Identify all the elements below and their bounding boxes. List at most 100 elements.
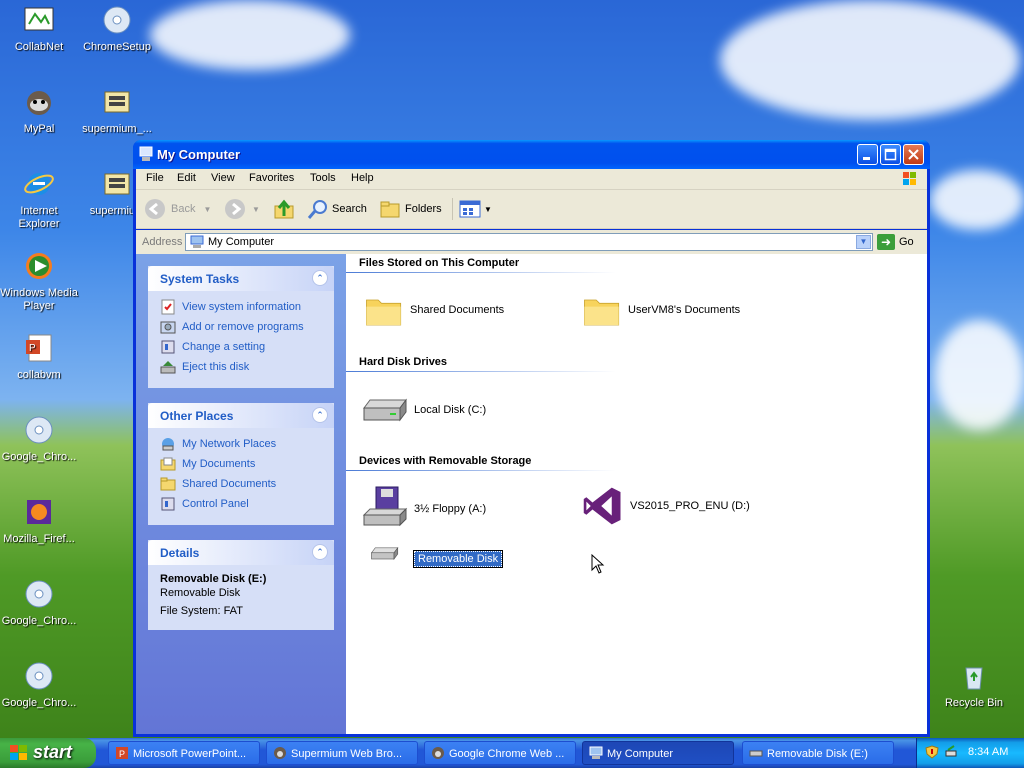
desktop-icon-chromesetup[interactable]: ChromeSetup (77, 4, 157, 54)
collabnet-icon (24, 7, 54, 31)
desktop-icon-collabnet[interactable]: CollabNet (0, 4, 79, 54)
title-bar[interactable]: My Computer (133, 140, 930, 169)
desktop-icon-collabvm[interactable]: P collabvm (0, 332, 79, 382)
forward-button[interactable]: ▼ (224, 198, 260, 220)
item-vs2015-d[interactable]: VS2015_PRO_ENU (D:) (582, 485, 750, 527)
search-button[interactable]: Search (306, 198, 367, 220)
group-divider (346, 470, 616, 471)
desktop-icon-google-chrome-3[interactable]: Google_Chro... (0, 660, 79, 710)
task-link-change-setting[interactable]: Change a setting (160, 337, 324, 357)
taskbar-item-removable-disk[interactable]: Removable Disk (E:) (742, 741, 894, 765)
task-link-eject-disk[interactable]: Eject this disk (160, 357, 324, 377)
task-link-add-remove-programs[interactable]: Add or remove programs (160, 317, 324, 337)
close-button[interactable] (903, 144, 924, 165)
close-icon (908, 149, 919, 160)
details-header[interactable]: Details ⌃ (148, 540, 334, 565)
my-computer-icon (190, 235, 204, 248)
folders-label: Folders (405, 203, 442, 215)
desktop-icon-mypal[interactable]: MyPal (0, 86, 79, 136)
menu-help[interactable]: Help (351, 172, 374, 184)
menu-edit[interactable]: Edit (177, 172, 196, 184)
installer-cd-icon (25, 662, 53, 690)
search-icon (307, 200, 327, 219)
desktop-icon-google-chrome-2[interactable]: Google_Chro... (0, 578, 79, 628)
security-shield-icon[interactable] (925, 745, 939, 759)
task-link-label: View system information (182, 301, 302, 313)
address-label: Address (142, 236, 183, 248)
views-button[interactable]: ▼ (458, 198, 492, 220)
desktop-icon-label: CollabNet (14, 41, 64, 53)
collapse-chevron-icon[interactable]: ⌃ (312, 270, 328, 286)
folder-icon (366, 299, 402, 326)
place-link-label: My Network Places (182, 438, 277, 450)
media-player-icon (26, 253, 52, 279)
menu-tools[interactable]: Tools (310, 172, 336, 184)
item-label-selected[interactable]: Removable Disk (412, 550, 504, 568)
desktop-icon-mozilla-firefox[interactable]: Mozilla_Firef... (0, 496, 79, 546)
system-tray: 8:34 AM (916, 738, 1024, 768)
place-link-my-documents[interactable]: My Documents (160, 454, 324, 474)
details-panel: Details ⌃ Removable Disk (E:) Removable … (148, 540, 334, 630)
go-button[interactable]: ➜ Go (877, 233, 923, 251)
place-link-shared-documents[interactable]: Shared Documents (160, 474, 324, 494)
powerpoint-icon: P (116, 747, 128, 759)
item-local-disk-c[interactable]: Local Disk (C:) (360, 386, 486, 434)
floppy-drive-icon (362, 486, 408, 527)
safely-remove-hardware-icon[interactable] (944, 745, 958, 759)
menu-file[interactable]: File (146, 172, 164, 184)
go-label: Go (899, 236, 914, 248)
desktop-icon-google-chrome-1[interactable]: Google_Chro... (0, 414, 79, 464)
my-computer-window: My Computer File Edit View Favorites Too… (133, 140, 930, 737)
maximize-button[interactable] (880, 144, 901, 165)
address-field[interactable]: My Computer ▼ (185, 233, 873, 251)
taskbar-item-powerpoint[interactable]: P Microsoft PowerPoint... (108, 741, 260, 765)
place-link-control-panel[interactable]: Control Panel (160, 494, 324, 514)
hard-disk-icon (363, 398, 407, 422)
folder-up-icon (274, 199, 294, 219)
collapse-chevron-icon[interactable]: ⌃ (312, 544, 328, 560)
desktop-icon-windows-media-player[interactable]: Windows Media Player (0, 250, 79, 313)
item-label: Local Disk (C:) (414, 404, 487, 416)
collapse-chevron-icon[interactable]: ⌃ (312, 407, 328, 423)
minimize-button[interactable] (857, 144, 878, 165)
other-places-header[interactable]: Other Places ⌃ (148, 403, 334, 428)
system-tasks-header[interactable]: System Tasks ⌃ (148, 266, 334, 291)
svg-text:P: P (119, 749, 125, 759)
desktop-icon-internet-explorer[interactable]: Internet Explorer (0, 168, 79, 231)
recycle-bin-icon (965, 667, 983, 690)
address-dropdown-icon[interactable]: ▼ (856, 235, 871, 249)
desktop-icon-recycle-bin[interactable]: Recycle Bin (934, 660, 1014, 710)
desktop-icon-label: Google_Chro... (1, 615, 77, 627)
windows-flag-icon (10, 745, 27, 760)
desktop-icon-supermium-1[interactable]: supermium_... (77, 86, 157, 136)
taskbar-item-supermium[interactable]: Supermium Web Bro... (266, 741, 418, 765)
task-link-label: Add or remove programs (182, 321, 304, 333)
up-button[interactable] (273, 198, 295, 220)
clock[interactable]: 8:34 AM (968, 746, 1008, 758)
menu-view[interactable]: View (211, 172, 235, 184)
network-places-icon (162, 438, 174, 451)
task-link-view-system-information[interactable]: View system information (160, 297, 324, 317)
item-floppy-a[interactable]: 3½ Floppy (A:) (360, 485, 486, 533)
item-shared-documents[interactable]: Shared Documents (364, 290, 504, 330)
shared-documents-icon (160, 477, 176, 491)
start-button[interactable]: start (0, 738, 96, 768)
system-info-icon (161, 299, 175, 315)
back-dropdown-icon[interactable]: ▼ (203, 205, 211, 214)
place-link-my-network-places[interactable]: My Network Places (160, 434, 324, 454)
add-remove-programs-icon (160, 321, 176, 334)
taskbar: start P Microsoft PowerPoint... Supermiu… (0, 738, 1024, 768)
windows-logo-icon (903, 172, 916, 185)
minimize-icon (863, 157, 870, 160)
taskbar-item-chrome[interactable]: Google Chrome Web ... (424, 741, 576, 765)
taskbar-item-label: My Computer (607, 748, 674, 760)
folders-button[interactable]: Folders (378, 198, 442, 220)
menu-favorites[interactable]: Favorites (249, 172, 294, 184)
item-user-documents[interactable]: UserVM8's Documents (582, 290, 740, 330)
item-removable-disk-e[interactable]: Removable Disk (360, 544, 504, 574)
forward-dropdown-icon[interactable]: ▼ (252, 205, 260, 214)
taskbar-item-my-computer[interactable]: My Computer (582, 741, 734, 765)
visual-studio-icon (583, 487, 621, 525)
back-button[interactable]: Back ▼ (144, 198, 211, 220)
group-header-files: Files Stored on This Computer (359, 257, 520, 269)
